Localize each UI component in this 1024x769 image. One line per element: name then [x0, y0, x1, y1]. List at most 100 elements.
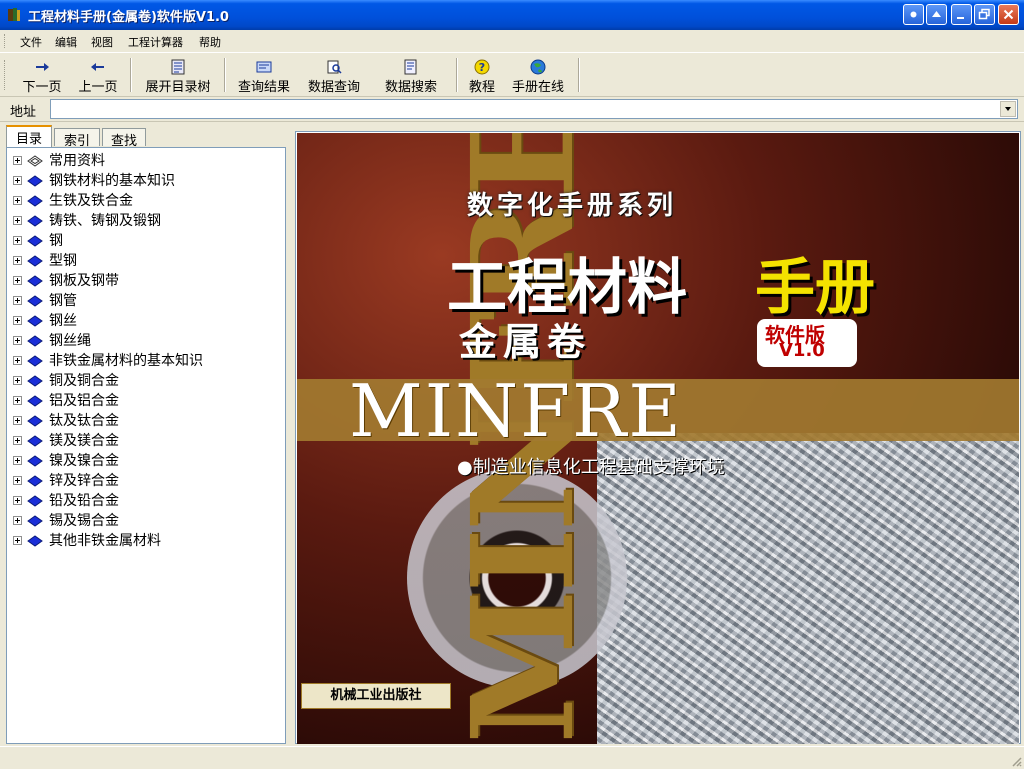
- menu-calculator[interactable]: 工程计算器: [128, 34, 183, 50]
- window-title: 工程材料手册(金属卷)软件版V1.0: [28, 10, 229, 25]
- nav-tabs: 目录 索引 查找: [4, 124, 288, 149]
- expand-plus-icon[interactable]: [13, 516, 22, 525]
- expand-plus-icon[interactable]: [13, 196, 22, 205]
- pane-splitter[interactable]: [290, 124, 294, 744]
- title-bar[interactable]: 工程材料手册(金属卷)软件版V1.0: [0, 0, 1024, 30]
- expand-plus-icon[interactable]: [13, 396, 22, 405]
- toolbar-separator: [130, 58, 132, 92]
- book-icon: [27, 375, 43, 387]
- menu-grip: [4, 34, 8, 48]
- query-results-button[interactable]: 查询结果: [232, 56, 296, 95]
- toolbar-separator: [456, 58, 458, 92]
- book-icon: [27, 255, 43, 267]
- online-manual-button[interactable]: 手册在线: [506, 56, 570, 95]
- book-cover-image: MINFRE 数字化手册系列 工程材料 手册 金属卷 软件版 V1.0 MINF…: [297, 133, 1019, 744]
- rollup-button[interactable]: [926, 4, 947, 25]
- book-icon: [27, 175, 43, 187]
- expand-plus-icon[interactable]: [13, 156, 22, 165]
- tree-item-label: 非铁金属材料的基本知识: [49, 353, 203, 369]
- next-page-button[interactable]: 下一页: [16, 56, 68, 95]
- expand-plus-icon[interactable]: [13, 536, 22, 545]
- book-icon: [27, 295, 43, 307]
- tree-item-label: 钢丝: [49, 313, 77, 329]
- tab-contents[interactable]: 目录: [6, 125, 52, 147]
- book-icon: [27, 215, 43, 227]
- expand-tree-button[interactable]: 展开目录树: [138, 56, 218, 95]
- expand-plus-icon[interactable]: [13, 316, 22, 325]
- dot-icon: [910, 11, 917, 18]
- triangle-up-icon: [932, 11, 941, 17]
- book-app-icon: [8, 8, 20, 21]
- cover-volume: 金属卷: [459, 320, 592, 364]
- results-icon: [256, 61, 272, 73]
- tab-find[interactable]: 查找: [102, 128, 146, 149]
- expand-plus-icon[interactable]: [13, 496, 22, 505]
- tutorial-button[interactable]: ? 教程: [464, 56, 500, 95]
- tree-item-label: 铜及铜合金: [49, 373, 119, 389]
- tab-index[interactable]: 索引: [54, 128, 100, 149]
- tree-expand-icon: [171, 59, 185, 75]
- book-icon: [27, 335, 43, 347]
- address-label: 地址: [10, 105, 37, 120]
- expand-plus-icon[interactable]: [13, 216, 22, 225]
- expand-plus-icon[interactable]: [13, 376, 22, 385]
- tree-item-label: 镍及镍合金: [49, 453, 119, 469]
- tree-item-label: 镁及镁合金: [49, 433, 119, 449]
- expand-plus-icon[interactable]: [13, 356, 22, 365]
- tree-item-label: 钢丝绳: [49, 333, 91, 349]
- address-dropdown-button[interactable]: [1000, 101, 1016, 117]
- expand-plus-icon[interactable]: [13, 336, 22, 345]
- expand-plus-icon[interactable]: [13, 416, 22, 425]
- contents-tree[interactable]: 常用资料 钢铁材料的基本知识 生铁及铁合金 铸铁、铸钢及锻钢钢型钢 钢板及钢带 钢管 钢丝钢…: [6, 147, 286, 744]
- expand-plus-icon[interactable]: [13, 436, 22, 445]
- book-icon: [27, 535, 43, 547]
- help-question-icon: ?: [474, 59, 490, 75]
- tree-item-label: 铸铁、铸钢及锻钢: [49, 213, 161, 229]
- menu-file[interactable]: 文件: [20, 34, 42, 50]
- tree-item-label: 钛及钛合金: [49, 413, 119, 429]
- expand-plus-icon[interactable]: [13, 456, 22, 465]
- tree-item-label: 钢管: [49, 293, 77, 309]
- menu-bar: 文件 编辑 视图 工程计算器 帮助: [0, 30, 1024, 53]
- globe-icon: [530, 59, 546, 75]
- search-icon: [404, 59, 417, 75]
- cover-title-yellow: 手册: [755, 253, 875, 323]
- book-icon: [27, 435, 43, 447]
- data-query-button[interactable]: 数据查询: [302, 56, 366, 95]
- tree-item-label: 钢板及钢带: [49, 273, 119, 289]
- cover-brand: MINFRE: [349, 369, 683, 453]
- expand-plus-icon[interactable]: [13, 276, 22, 285]
- menu-view[interactable]: 视图: [91, 34, 113, 50]
- arrow-left-icon: [91, 63, 104, 71]
- status-bar: [0, 746, 1024, 769]
- toolbar: 下一页 上一页 展开目录树 查询结果 数据查询 数据搜索 ? 教程 手册在线: [0, 54, 1024, 97]
- tree-item-label: 生铁及铁合金: [49, 193, 133, 209]
- prev-page-button[interactable]: 上一页: [72, 56, 124, 95]
- expand-plus-icon[interactable]: [13, 296, 22, 305]
- chevron-down-icon: [1005, 107, 1011, 111]
- book-icon: [27, 275, 43, 287]
- book-icon: [27, 515, 43, 527]
- data-search-button[interactable]: 数据搜索: [378, 56, 444, 95]
- book-icon: [27, 395, 43, 407]
- expand-plus-icon[interactable]: [13, 236, 22, 245]
- arrow-right-icon: [36, 63, 49, 71]
- book-icon: [27, 195, 43, 207]
- minimize-button[interactable]: [951, 4, 972, 25]
- help-button[interactable]: [903, 4, 924, 25]
- cover-publisher: 机械工业出版社: [301, 683, 451, 709]
- book-icon: [27, 355, 43, 367]
- navigation-pane: 目录 索引 查找 常用资料 钢铁材料的基本知识 生铁及铁合金 铸铁、铸钢及锻钢钢型钢钢…: [4, 124, 288, 744]
- tree-item-label: 其他非铁金属材料: [49, 533, 161, 549]
- address-input[interactable]: [50, 99, 1018, 119]
- menu-help[interactable]: 帮助: [199, 34, 221, 50]
- close-icon: [1003, 9, 1014, 20]
- restore-button[interactable]: [974, 4, 995, 25]
- expand-plus-icon[interactable]: [13, 476, 22, 485]
- expand-plus-icon[interactable]: [13, 256, 22, 265]
- expand-plus-icon[interactable]: [13, 176, 22, 185]
- menu-edit[interactable]: 编辑: [55, 34, 77, 50]
- cover-slogan: ●制造业信息化工程基础支撑环境: [457, 457, 725, 478]
- resize-grip-icon[interactable]: [1010, 755, 1022, 767]
- close-button[interactable]: [998, 4, 1019, 25]
